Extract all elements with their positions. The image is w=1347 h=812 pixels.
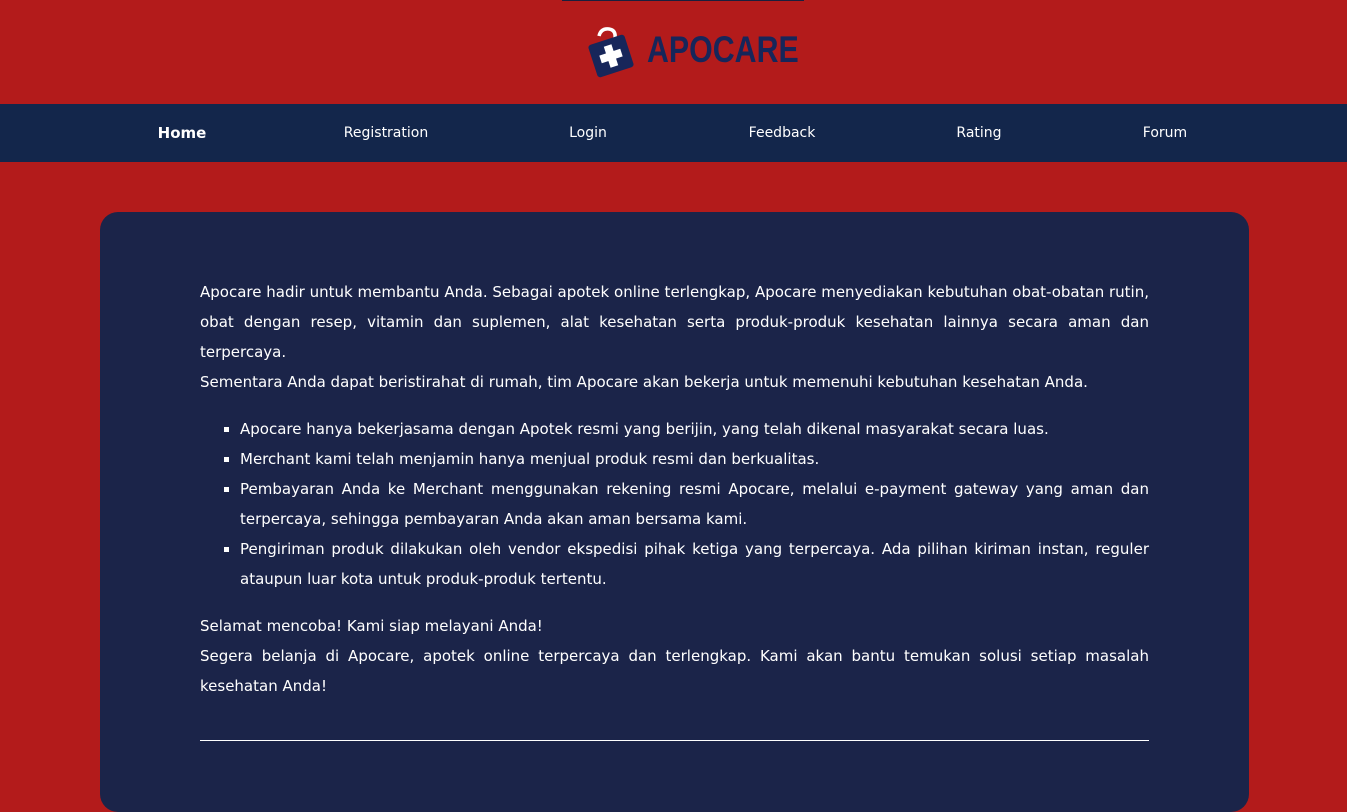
nav-registration[interactable]: Registration [344,104,428,162]
logo-text: APOCARE [647,29,799,70]
feature-list: Apocare hanya bekerjasama dengan Apotek … [200,414,1149,594]
content-card: Apocare hadir untuk membantu Anda. Sebag… [100,212,1249,812]
list-item: Pengiriman produk dilakukan oleh vendor … [240,534,1149,594]
header-top-line [562,0,804,1]
nav-login[interactable]: Login [569,104,607,162]
nav-feedback[interactable]: Feedback [749,104,816,162]
main-nav: Home Registration Login Feedback Rating … [0,104,1347,162]
intro-paragraph-2: Sementara Anda dapat beristirahat di rum… [200,373,1088,391]
content-body: Apocare hadir untuk membantu Anda. Sebag… [200,277,1149,701]
logo[interactable]: APOCARE [585,26,832,78]
content-divider [200,740,1149,741]
nav-forum[interactable]: Forum [1143,104,1187,162]
closing-paragraph-2: Segera belanja di Apocare, apotek online… [200,647,1149,695]
nav-rating[interactable]: Rating [956,104,1001,162]
intro-paragraph: Apocare hadir untuk membantu Anda. Sebag… [200,283,1149,361]
closing-paragraph: Selamat mencoba! Kami siap melayani Anda… [200,617,543,635]
list-item: Apocare hanya bekerjasama dengan Apotek … [240,414,1149,444]
site-header: APOCARE [0,0,1347,104]
medical-bag-icon [588,27,634,78]
nav-home[interactable]: Home [158,104,207,162]
list-item: Pembayaran Anda ke Merchant menggunakan … [240,474,1149,534]
list-item: Merchant kami telah menjamin hanya menju… [240,444,1149,474]
